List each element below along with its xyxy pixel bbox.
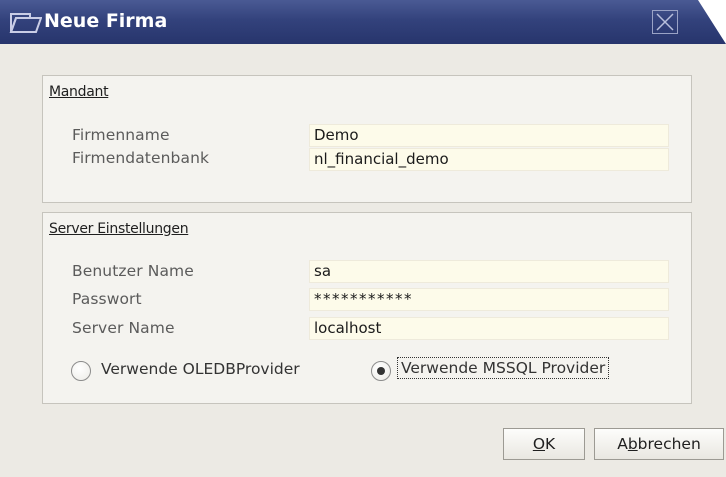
- oledb-provider-label[interactable]: Verwende OLEDBProvider: [101, 360, 300, 378]
- server-settings-group: Server Einstellungen Benutzer Name sa Pa…: [42, 212, 692, 404]
- username-field[interactable]: sa: [309, 260, 669, 283]
- password-field[interactable]: ***********: [309, 288, 669, 311]
- server-name-label: Server Name: [72, 319, 175, 337]
- titlebar-corner: [698, 0, 726, 44]
- ok-accel-key: O: [532, 435, 546, 453]
- oledb-provider-radio[interactable]: [71, 361, 91, 381]
- username-label: Benutzer Name: [72, 262, 194, 280]
- mandant-group: Mandant Firmenname Demo Firmendatenbank …: [42, 75, 692, 203]
- new-company-dialog: Neue Firma Mandant Firmenname Demo Firme…: [0, 0, 726, 477]
- mandant-group-title: Mandant: [49, 84, 109, 100]
- cancel-label-rest: brechen: [637, 435, 701, 453]
- cancel-accel-key: b: [627, 435, 638, 453]
- company-name-label: Firmenname: [72, 126, 170, 144]
- mssql-provider-radio[interactable]: [371, 361, 391, 381]
- cancel-button[interactable]: Abbrechen: [594, 428, 724, 460]
- radio-selected-dot: [377, 367, 385, 375]
- password-label: Passwort: [72, 290, 142, 308]
- company-name-field[interactable]: Demo: [309, 124, 669, 147]
- ok-label-rest: K: [545, 435, 556, 453]
- server-name-field[interactable]: localhost: [309, 317, 669, 340]
- company-database-label: Firmendatenbank: [72, 149, 210, 167]
- company-database-field[interactable]: nl_financial_demo: [309, 148, 669, 171]
- close-icon: [656, 13, 674, 31]
- cancel-label-pre: A: [617, 435, 628, 453]
- mssql-provider-label[interactable]: Verwende MSSQL Provider: [397, 357, 610, 379]
- close-button[interactable]: [652, 10, 678, 34]
- dialog-title: Neue Firma: [44, 10, 168, 32]
- ok-button[interactable]: OK: [503, 428, 585, 460]
- new-window-icon: [8, 8, 43, 36]
- dialog-titlebar[interactable]: Neue Firma: [0, 0, 726, 44]
- server-group-title: Server Einstellungen: [49, 221, 189, 237]
